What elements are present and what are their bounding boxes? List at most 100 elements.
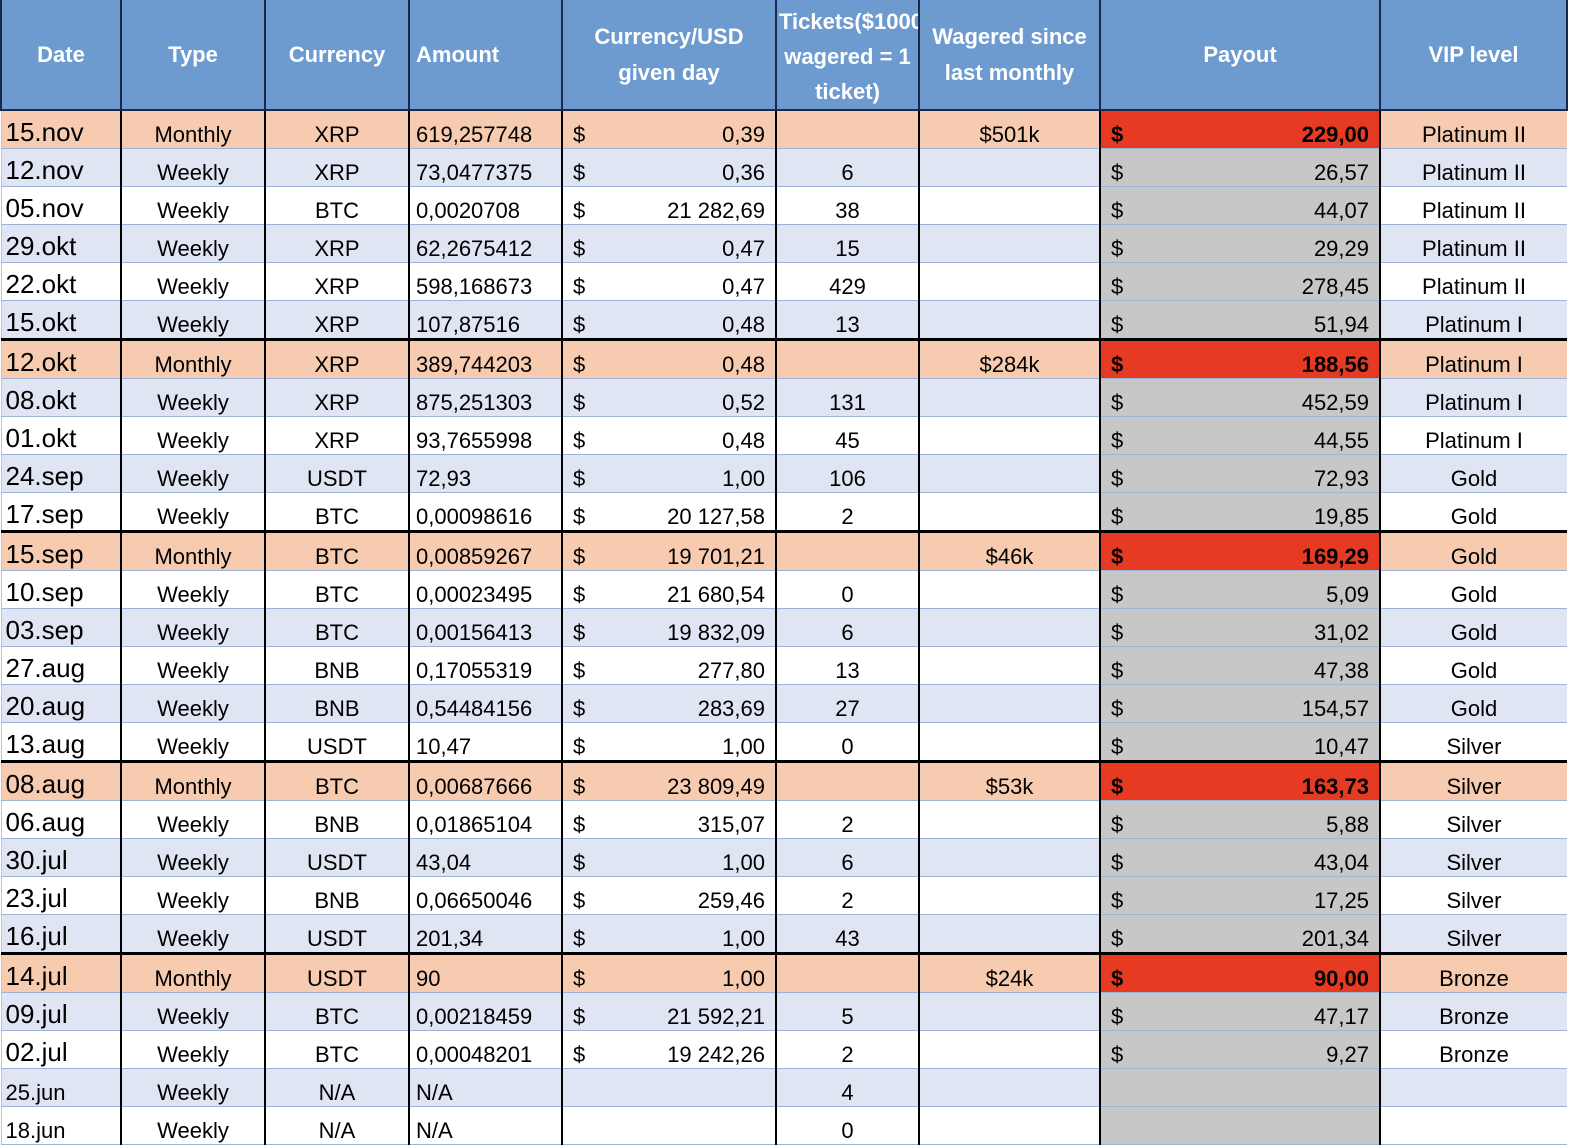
cell-type[interactable]: Weekly [120,722,265,762]
cell-wagered[interactable]: $284k [918,338,1100,379]
cell-tickets[interactable]: 5 [775,992,919,1031]
cell-wagered[interactable]: $24k [918,952,1100,993]
cell-payout[interactable]: $5,09 [1099,570,1380,609]
cell-date[interactable]: 20.aug [0,684,121,723]
cell-vip-level[interactable]: Gold [1379,684,1567,723]
cell-vip-level[interactable]: Platinum I [1379,416,1567,455]
cell-date[interactable]: 29.okt [0,224,121,263]
cell-currency-usd[interactable]: $283,69 [561,684,776,723]
cell-date[interactable]: 12.nov [0,148,121,187]
cell-currency[interactable]: BTC [264,760,409,801]
cell-currency-usd[interactable]: $21 282,69 [561,186,776,225]
cell-tickets[interactable]: 2 [775,800,919,839]
cell-currency-usd[interactable]: $0,39 [561,110,776,149]
cell-tickets[interactable]: 2 [775,492,919,532]
cell-currency-usd[interactable]: $21 592,21 [561,992,776,1031]
cell-type[interactable]: Monthly [120,530,265,571]
cell-currency-usd[interactable]: $0,47 [561,262,776,301]
cell-amount[interactable]: 43,04 [408,838,562,877]
cell-vip-level[interactable]: Bronze [1379,1030,1567,1069]
cell-currency[interactable]: BTC [264,1030,409,1069]
cell-type[interactable]: Monthly [120,952,265,993]
cell-amount[interactable]: 0,54484156 [408,684,562,723]
cell-date[interactable]: 03.sep [0,608,121,647]
cell-payout[interactable]: $90,00 [1099,952,1380,993]
cell-currency[interactable]: XRP [264,378,409,417]
cell-date[interactable]: 23.jul [0,876,121,915]
cell-payout[interactable]: $47,17 [1099,992,1380,1031]
cell-amount[interactable]: 0,00048201 [408,1030,562,1069]
cell-date[interactable]: 02.jul [0,1030,121,1069]
cell-wagered[interactable] [918,492,1100,532]
cell-tickets[interactable]: 106 [775,454,919,493]
cell-date[interactable]: 22.okt [0,262,121,301]
cell-date[interactable]: 14.jul [0,952,121,993]
cell-currency[interactable]: N/A [264,1106,409,1145]
cell-amount[interactable]: 0,01865104 [408,800,562,839]
cell-currency[interactable]: USDT [264,914,409,954]
cell-currency[interactable]: BTC [264,570,409,609]
cell-tickets[interactable]: 0 [775,722,919,762]
cell-date[interactable]: 05.nov [0,186,121,225]
cell-type[interactable]: Weekly [120,148,265,187]
cell-date[interactable]: 17.sep [0,492,121,532]
cell-payout[interactable]: $9,27 [1099,1030,1380,1069]
cell-type[interactable]: Weekly [120,570,265,609]
cell-type[interactable]: Weekly [120,838,265,877]
cell-payout[interactable]: $278,45 [1099,262,1380,301]
cell-wagered[interactable] [918,876,1100,915]
cell-currency-usd[interactable]: $0,47 [561,224,776,263]
cell-date[interactable]: 08.okt [0,378,121,417]
cell-currency[interactable]: USDT [264,838,409,877]
cell-currency-usd[interactable]: $19 701,21 [561,530,776,571]
cell-payout[interactable]: $43,04 [1099,838,1380,877]
cell-payout[interactable]: $169,29 [1099,530,1380,571]
cell-type[interactable]: Weekly [120,186,265,225]
cell-currency-usd[interactable]: $1,00 [561,952,776,993]
cell-wagered[interactable] [918,186,1100,225]
cell-tickets[interactable]: 0 [775,1106,919,1145]
cell-amount[interactable]: 0,17055319 [408,646,562,685]
cell-type[interactable]: Weekly [120,684,265,723]
cell-vip-level[interactable]: Bronze [1379,992,1567,1031]
cell-amount[interactable]: 0,00687666 [408,760,562,801]
cell-wagered[interactable]: $46k [918,530,1100,571]
cell-payout[interactable]: $44,55 [1099,416,1380,455]
cell-date[interactable]: 30.jul [0,838,121,877]
cell-amount[interactable]: N/A [408,1106,562,1145]
cell-tickets[interactable]: 15 [775,224,919,263]
cell-payout[interactable]: $19,85 [1099,492,1380,532]
cell-date[interactable]: 15.nov [0,110,121,149]
cell-wagered[interactable] [918,684,1100,723]
cell-payout[interactable]: $201,34 [1099,914,1380,954]
cell-currency[interactable]: BNB [264,800,409,839]
header-wagered[interactable]: Wagered since last monthly [918,0,1101,111]
cell-tickets[interactable]: 2 [775,876,919,915]
cell-currency-usd[interactable]: $0,36 [561,148,776,187]
cell-payout[interactable]: $10,47 [1099,722,1380,762]
cell-vip-level[interactable]: Gold [1379,454,1567,493]
cell-date[interactable]: 09.jul [0,992,121,1031]
cell-date[interactable]: 08.aug [0,760,121,801]
cell-amount[interactable]: 875,251303 [408,378,562,417]
cell-currency[interactable]: XRP [264,300,409,340]
cell-vip-level[interactable]: Silver [1379,760,1567,801]
cell-payout[interactable]: $229,00 [1099,110,1380,149]
cell-wagered[interactable] [918,722,1100,762]
cell-currency[interactable]: N/A [264,1068,409,1107]
cell-type[interactable]: Weekly [120,224,265,263]
cell-wagered[interactable] [918,800,1100,839]
cell-amount[interactable]: 619,257748 [408,110,562,149]
cell-wagered[interactable] [918,646,1100,685]
cell-tickets[interactable]: 13 [775,300,919,340]
cell-tickets[interactable]: 4 [775,1068,919,1107]
cell-payout[interactable]: $154,57 [1099,684,1380,723]
cell-wagered[interactable] [918,454,1100,493]
cell-type[interactable]: Weekly [120,1030,265,1069]
cell-currency-usd[interactable] [561,1106,776,1145]
cell-payout[interactable]: $51,94 [1099,300,1380,340]
cell-type[interactable]: Weekly [120,262,265,301]
cell-currency-usd[interactable]: $19 832,09 [561,608,776,647]
cell-type[interactable]: Monthly [120,338,265,379]
cell-amount[interactable]: 0,00098616 [408,492,562,532]
